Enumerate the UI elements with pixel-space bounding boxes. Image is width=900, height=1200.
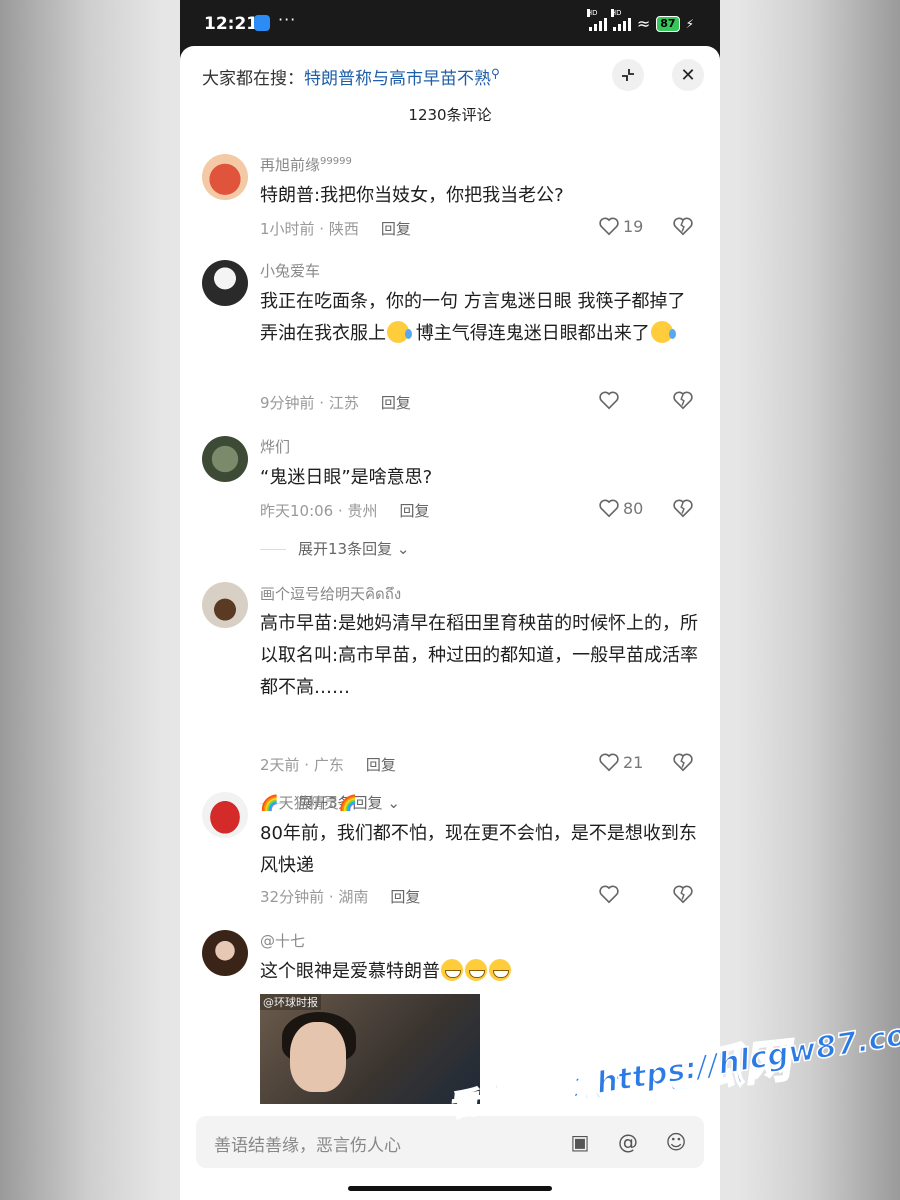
comment-username[interactable]: @十七	[260, 930, 305, 951]
comment-text: 特朗普:我把你当妓女，你把我当老公?	[260, 185, 564, 206]
heart-icon	[599, 217, 619, 236]
avatar[interactable]	[202, 154, 248, 200]
search-query-link[interactable]: 特朗普称与高市早苗不熟	[304, 69, 491, 89]
avatar[interactable]	[202, 582, 248, 628]
like-button[interactable]	[598, 884, 620, 904]
comment-username[interactable]: 再旭前缘99999	[260, 154, 352, 175]
broken-heart-icon	[673, 753, 693, 772]
comment-meta: 昨天10:06 · 贵州 回复	[260, 502, 430, 520]
comment-text: 高市早苗:是她妈清早在稻田里育秧苗的时候怀上的，所以取名叫:高市早苗，种过田的都…	[260, 613, 699, 698]
comments-sheet: 大家都在搜：特朗普称与高市早苗不熟⚲ ✕ 1230条评论 再旭前缘99999 特…	[180, 46, 720, 1200]
dislike-button[interactable]	[672, 390, 694, 414]
expand-replies-button[interactable]: 展开13条回复 ⌄	[260, 538, 409, 559]
comment-meta: 1小时前 · 陕西 回复	[260, 220, 411, 238]
avatar[interactable]	[202, 792, 248, 838]
user-badge: 99999	[320, 156, 352, 167]
battery-icon: 87	[656, 15, 680, 32]
reply-button[interactable]: 回复	[390, 888, 420, 906]
search-suggestion[interactable]: 大家都在搜：特朗普称与高市早苗不熟⚲	[202, 64, 500, 89]
heart-icon	[599, 753, 619, 772]
grin-emoji-icon	[489, 959, 511, 981]
broken-heart-icon	[673, 391, 693, 410]
collapse-icon	[622, 69, 634, 81]
heart-icon	[599, 391, 619, 410]
comment-username[interactable]: 小兔爱车	[260, 260, 320, 281]
app-notification-icon	[254, 15, 270, 31]
status-more-dots: ···	[278, 10, 297, 29]
like-button[interactable]: 19	[598, 216, 643, 236]
dislike-button[interactable]	[672, 216, 694, 240]
search-icon: ⚲	[491, 66, 500, 81]
comment-input-placeholder: 善语结善缘，恶言伤人心	[214, 1136, 401, 1156]
emoji-icon[interactable]: ☺	[664, 1130, 688, 1154]
like-count: 19	[623, 216, 644, 236]
collapse-button[interactable]	[612, 59, 644, 91]
image-icon[interactable]: ▣	[568, 1130, 592, 1154]
comment-meta: 2天前 · 广东 回复	[260, 756, 396, 774]
broken-heart-icon	[673, 885, 693, 904]
laugh-cry-emoji-icon	[387, 321, 412, 343]
comment-meta: 9分钟前 · 江苏 回复	[260, 394, 411, 412]
heart-icon	[599, 885, 619, 904]
heart-icon	[599, 499, 619, 518]
grin-emoji-icon	[465, 959, 487, 981]
comment-text: 我正在吃面条，你的一句 方言鬼迷日眼 我筷子都掉了弄油在我衣服上 博主气得连鬼迷…	[260, 291, 686, 344]
charging-icon: ⚡	[685, 16, 694, 31]
like-count: 21	[623, 752, 644, 772]
reply-button[interactable]: 回复	[366, 756, 396, 774]
like-count: 80	[623, 498, 644, 518]
video-person-face	[290, 1022, 346, 1092]
reply-button[interactable]: 回复	[381, 394, 411, 412]
close-icon: ✕	[680, 64, 696, 86]
phone-screen: 12:21 ··· HD HD ≈ 87 ⚡ 大家都在搜：特朗普称与高市早苗不熟…	[180, 0, 720, 1200]
wifi-icon: ≈	[636, 14, 651, 33]
like-button[interactable]	[598, 390, 620, 410]
comment-meta: 32分钟前 · 湖南 回复	[260, 888, 421, 906]
status-indicators: HD HD ≈ 87 ⚡	[586, 8, 694, 33]
broken-heart-icon	[673, 217, 693, 236]
dislike-button[interactable]	[672, 884, 694, 908]
reply-button[interactable]: 回复	[381, 220, 411, 238]
chevron-down-icon: ⌄	[387, 794, 400, 812]
broken-heart-icon	[673, 499, 693, 518]
avatar[interactable]	[202, 260, 248, 306]
comment-username[interactable]: 🌈天猫精灵🌈	[260, 792, 357, 813]
reply-button[interactable]: 回复	[400, 502, 430, 520]
laugh-cry-emoji-icon	[650, 321, 676, 343]
at-icon[interactable]: @	[616, 1130, 640, 1154]
comment-text: 这个眼神是爱慕特朗普	[260, 956, 700, 988]
comment-count: 1230条评论	[408, 106, 492, 124]
avatar[interactable]	[202, 436, 248, 482]
comment-username[interactable]: 烨们	[260, 436, 290, 457]
comment-input[interactable]: 善语结善缘，恶言伤人心 ▣ @ ☺	[196, 1116, 704, 1168]
video-source-label: @环球时报	[260, 994, 321, 1010]
status-bar: 12:21 ··· HD HD ≈ 87 ⚡	[180, 0, 720, 48]
dislike-button[interactable]	[672, 498, 694, 522]
search-prefix: 大家都在搜：	[202, 69, 304, 89]
like-button[interactable]: 80	[598, 498, 643, 518]
comment-text: “鬼迷日眼”是啥意思?	[260, 467, 433, 488]
signal-icon-2: HD	[610, 8, 631, 31]
comment-username[interactable]: 画个逗号给明天คิดถึง	[260, 582, 401, 606]
status-time: 12:21	[204, 14, 259, 34]
close-button[interactable]: ✕	[672, 59, 704, 91]
grin-emoji-icon	[441, 959, 463, 981]
home-indicator	[348, 1186, 552, 1191]
avatar[interactable]	[202, 930, 248, 976]
divider	[260, 549, 286, 550]
comment-text: 80年前，我们都不怕，现在更不会怕，是不是想收到东风快递	[260, 823, 697, 876]
chevron-down-icon: ⌄	[396, 540, 410, 558]
dislike-button[interactable]	[672, 752, 694, 776]
like-button[interactable]: 21	[598, 752, 643, 772]
signal-icon: HD	[586, 8, 607, 31]
